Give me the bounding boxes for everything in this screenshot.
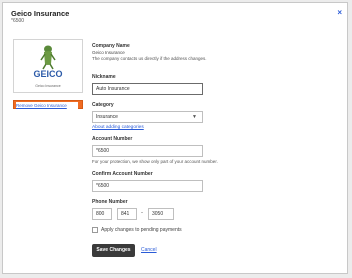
logo-wordmark: GEICO bbox=[33, 69, 62, 79]
pending-payments-label: Apply changes to pending payments bbox=[101, 227, 182, 233]
dialog-subtitle: *6500 bbox=[11, 18, 25, 24]
dialog-title: Geico Insurance bbox=[11, 9, 70, 18]
account-number-input[interactable]: *6500 bbox=[92, 145, 203, 157]
cancel-link[interactable]: Cancel bbox=[141, 247, 157, 253]
about-categories-link[interactable]: About adding categories bbox=[92, 125, 144, 130]
company-name-value: Geico Insurance bbox=[92, 49, 125, 55]
company-name-label: Company Name bbox=[92, 43, 130, 49]
company-address-note: The company contacts us directly if the … bbox=[92, 56, 207, 61]
pending-payments-checkbox[interactable] bbox=[92, 227, 98, 233]
gecko-logo-icon: GEICO bbox=[33, 45, 63, 79]
category-label: Category bbox=[92, 102, 114, 108]
remove-payee-label[interactable]: Remove Geico Insurance bbox=[16, 101, 78, 109]
nickname-label: Nickname bbox=[92, 74, 116, 80]
category-select[interactable]: Insurance ▼ bbox=[92, 111, 203, 123]
phone-line-input[interactable]: 3050 bbox=[148, 208, 174, 220]
payee-logo: GEICO Geico Insurance bbox=[13, 39, 83, 93]
phone-number-label: Phone Number bbox=[92, 199, 128, 205]
confirm-account-input[interactable]: *6500 bbox=[92, 180, 203, 192]
save-changes-button[interactable]: Save Changes bbox=[92, 244, 135, 257]
chevron-down-icon: ▼ bbox=[192, 114, 197, 120]
edit-payee-dialog: Geico Insurance *6500 × GEICO Geico Insu… bbox=[2, 2, 348, 274]
remove-payee-button[interactable]: Remove Geico Insurance bbox=[13, 100, 83, 109]
logo-caption: Geico Insurance bbox=[35, 84, 61, 88]
phone-prefix-input[interactable]: 841 bbox=[117, 208, 137, 220]
confirm-account-label: Confirm Account Number bbox=[92, 171, 153, 177]
category-select-value: Insurance bbox=[96, 114, 118, 120]
phone-area-input[interactable]: 800 bbox=[92, 208, 112, 220]
account-protection-note: For your protection, we show only part o… bbox=[92, 159, 218, 164]
phone-dash: - bbox=[141, 210, 143, 216]
account-number-label: Account Number bbox=[92, 136, 133, 142]
close-icon[interactable]: × bbox=[337, 8, 342, 17]
nickname-input[interactable]: Auto Insurance bbox=[92, 83, 203, 95]
